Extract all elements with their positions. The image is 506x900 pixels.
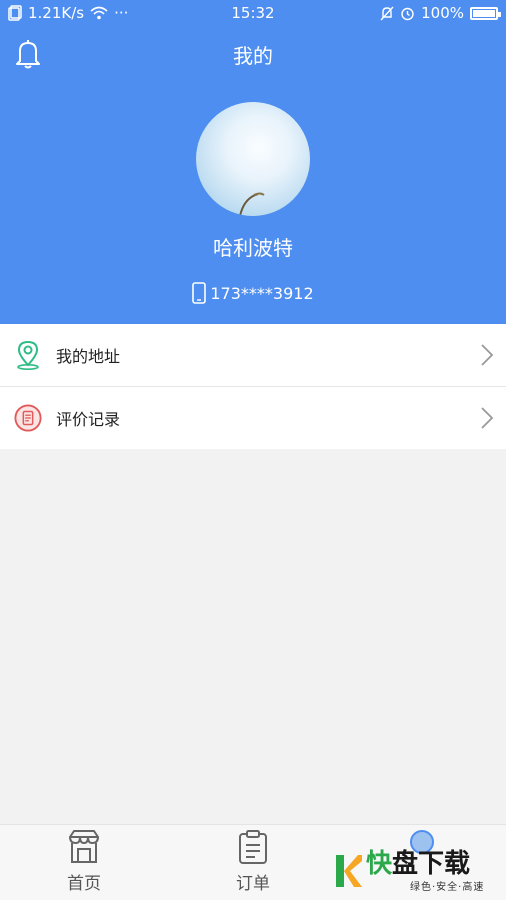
watermark-logo: 快盘下载 绿色·安全·高速 (334, 846, 504, 896)
chevron-right-icon (481, 407, 494, 429)
username: 哈利波特 (213, 236, 293, 260)
watermark-brand: 盘下载 (392, 848, 471, 879)
menu-item-address[interactable]: 我的地址 (0, 324, 506, 387)
k-logo-icon (336, 855, 362, 887)
battery-icon (470, 6, 501, 20)
menu-item-label: 我的地址 (56, 347, 121, 366)
avatar[interactable] (196, 102, 310, 216)
store-icon (69, 830, 99, 863)
clipboard-icon (239, 830, 267, 864)
watermark-char: 快 (366, 848, 393, 879)
phone-row: 173****3912 (0, 282, 506, 304)
menu-item-label: 评价记录 (56, 410, 121, 429)
alarm-icon (401, 7, 414, 20)
mute-bell-icon (380, 6, 394, 20)
profile-header: 1.21K/s ··· 15:32 100% 我的 哈利波特 173****39… (0, 0, 506, 324)
tab-label: 首页 (67, 874, 101, 894)
menu-list: 我的地址 评价记录 (0, 324, 506, 449)
tab-label: 订单 (236, 874, 270, 894)
phone-number: 173****3912 (210, 283, 314, 303)
battery-percent: 100% (421, 4, 464, 22)
mobile-phone-icon (192, 282, 207, 304)
watermark-tagline: 绿色·安全·高速 (410, 881, 485, 893)
page-title: 我的 (233, 44, 273, 68)
tab-orders[interactable]: 订单 (193, 829, 313, 897)
menu-item-reviews[interactable]: 评价记录 (0, 387, 506, 449)
document-icon (14, 404, 42, 432)
status-bar: 1.21K/s ··· 15:32 100% (0, 0, 506, 28)
avatar-image (239, 192, 265, 216)
location-pin-icon (17, 340, 39, 370)
chevron-right-icon (481, 344, 494, 366)
tab-home[interactable]: 首页 (24, 829, 144, 897)
